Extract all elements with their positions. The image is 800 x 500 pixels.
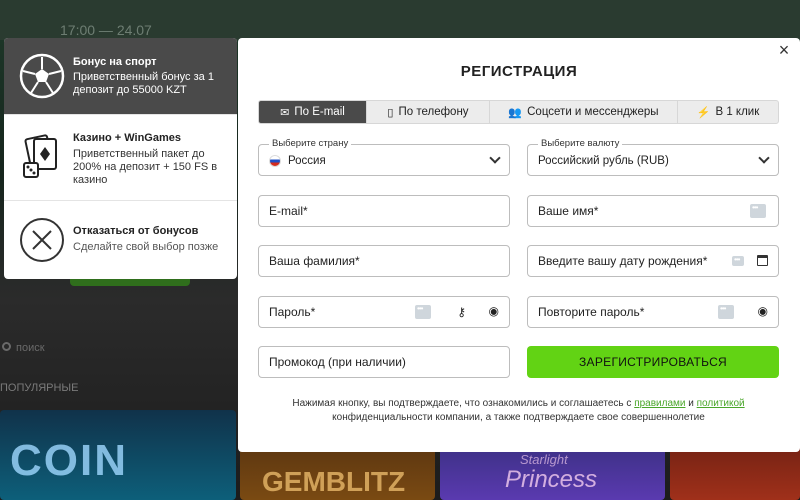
tab-label: Соцсети и мессенджеры xyxy=(527,106,659,118)
autofill-icon[interactable] xyxy=(718,304,734,319)
email-placeholder: E-mail* xyxy=(269,204,308,218)
russia-flag-icon xyxy=(269,155,281,167)
terms-text: Нажимая кнопку, вы подтверждаете, что оз… xyxy=(258,397,779,425)
terms-prefix: Нажимая кнопку, вы подтверждаете, что оз… xyxy=(292,398,635,409)
registration-modal: × РЕГИСТРАЦИЯ ✉ По E-mail ▯ По телефону … xyxy=(238,38,800,452)
users-icon: 👥 xyxy=(508,106,523,119)
birthdate-field[interactable]: Введите вашу дату рождения* xyxy=(527,245,779,277)
country-value: Россия xyxy=(269,155,326,167)
bonus-title: Отказаться от бонусов xyxy=(73,225,199,237)
bonus-title: Казино + WinGames xyxy=(73,132,181,144)
name-placeholder: Ваше имя* xyxy=(538,204,599,218)
search-placeholder: поиск xyxy=(16,342,45,354)
soccer-ball-icon xyxy=(19,53,65,99)
bonus-description: Приветственный пакет до 200% на депозит … xyxy=(73,148,218,186)
promo-placeholder: Промокод (при наличии) xyxy=(269,355,406,369)
eye-slash-icon[interactable]: ◉ xyxy=(758,304,768,318)
password-repeat-placeholder: Повторите пароль* xyxy=(538,305,645,319)
game-tile-title: GEMBLITZ xyxy=(262,466,406,497)
envelope-icon: ✉ xyxy=(280,106,290,119)
bonus-option-casino[interactable]: Казино + WinGames Приветственный пакет д… xyxy=(4,115,237,201)
chevron-down-icon xyxy=(758,152,770,164)
currency-value: Российский рубль (RUB) xyxy=(538,155,669,167)
bonus-option-decline[interactable]: Отказаться от бонусов Сделайте свой выбо… xyxy=(4,201,237,279)
registration-tabs: ✉ По E-mail ▯ По телефону 👥 Соцсети и ме… xyxy=(258,100,779,124)
birthdate-placeholder: Введите вашу дату рождения* xyxy=(538,254,708,268)
autofill-icon[interactable] xyxy=(732,255,744,266)
tab-label: В 1 клик xyxy=(715,106,760,118)
casino-cards-dice-icon xyxy=(23,134,57,178)
eye-slash-icon[interactable]: ◉ xyxy=(489,304,499,318)
tab-social[interactable]: 👥 Соцсети и мессенджеры xyxy=(490,101,678,123)
tab-label: По телефону xyxy=(398,106,469,118)
password-field[interactable]: Пароль* ⚷ ◉ xyxy=(258,296,510,328)
register-button[interactable]: ЗАРЕГИСТРИРОВАТЬСЯ xyxy=(527,346,779,378)
game-tile-title: COIN xyxy=(10,436,128,485)
tab-one-click[interactable]: ⚡ В 1 клик xyxy=(678,101,778,123)
bonus-description: Сделайте свой выбор позже xyxy=(73,241,219,253)
surname-field[interactable]: Ваша фамилия* xyxy=(258,245,510,277)
game-tile-title: Princess xyxy=(505,466,598,493)
tab-email[interactable]: ✉ По E-mail xyxy=(259,101,367,123)
autofill-icon[interactable] xyxy=(750,203,766,218)
background-date: 17:00 — 24.07 xyxy=(60,22,152,38)
calendar-icon[interactable] xyxy=(757,255,768,266)
email-field[interactable]: E-mail* xyxy=(258,195,510,227)
policy-link[interactable]: политикой xyxy=(697,398,745,409)
currency-select[interactable]: Выберите валюту Российский рубль (RUB) xyxy=(527,138,779,176)
search-icon xyxy=(2,342,11,351)
country-name: Россия xyxy=(288,155,326,167)
country-select[interactable]: Выберите страну Россия xyxy=(258,138,510,176)
bonus-option-sport[interactable]: Бонус на спорт Приветственный бонус за 1… xyxy=(4,38,237,115)
key-icon[interactable]: ⚷ xyxy=(457,305,466,319)
rules-link[interactable]: правилами xyxy=(634,398,685,409)
surname-placeholder: Ваша фамилия* xyxy=(269,254,360,268)
bonus-panel: Бонус на спорт Приветственный бонус за 1… xyxy=(4,38,237,279)
country-legend: Выберите страну xyxy=(269,138,352,149)
background-search: поиск xyxy=(0,338,236,360)
terms-suffix: конфиденциальности компании, а также под… xyxy=(332,412,705,423)
tab-phone[interactable]: ▯ По телефону xyxy=(367,101,490,123)
close-button[interactable]: × xyxy=(776,41,792,59)
terms-and: и xyxy=(685,398,697,409)
close-circle-icon xyxy=(20,218,64,262)
currency-legend: Выберите валюту xyxy=(538,138,623,149)
lightning-icon: ⚡ xyxy=(696,106,711,119)
autofill-icon[interactable] xyxy=(415,304,431,319)
popular-label: ПОПУЛЯРНЫЕ xyxy=(0,382,79,394)
password-placeholder: Пароль* xyxy=(269,305,316,319)
chevron-down-icon xyxy=(489,152,501,164)
password-repeat-field[interactable]: Повторите пароль* ◉ xyxy=(527,296,779,328)
tab-label: По E-mail xyxy=(294,106,345,118)
name-field[interactable]: Ваше имя* xyxy=(527,195,779,227)
bonus-title: Бонус на спорт xyxy=(73,56,157,68)
bonus-description: Приветственный бонус за 1 депозит до 550… xyxy=(73,71,214,96)
phone-icon: ▯ xyxy=(387,106,394,119)
game-tile: COIN xyxy=(0,410,236,500)
promo-code-field[interactable]: Промокод (при наличии) xyxy=(258,346,510,378)
game-tile-subtitle: Starlight xyxy=(520,452,568,467)
modal-title: РЕГИСТРАЦИЯ xyxy=(460,63,578,80)
